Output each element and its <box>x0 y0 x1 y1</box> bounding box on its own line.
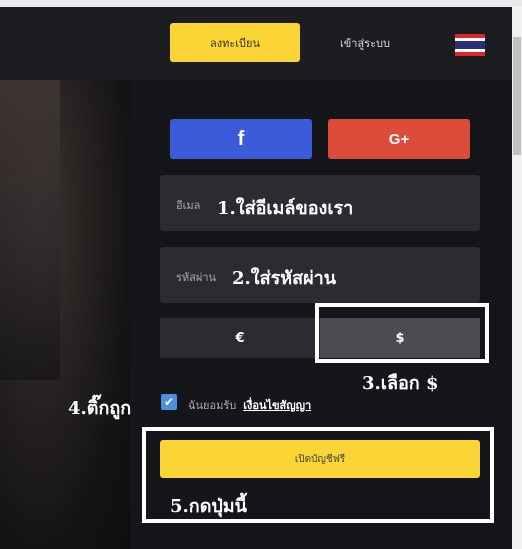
agree-text: ฉันยอมรับ เงื่อนไขสัญญา <box>188 396 311 414</box>
highlight-box-currency <box>315 303 489 363</box>
email-label: อีเมล <box>176 199 201 212</box>
agree-checkbox[interactable]: ✔ <box>161 394 177 410</box>
facebook-login-button[interactable]: f <box>170 119 312 159</box>
annotation-step5: 5.กดปุ่มนี้ <box>170 496 247 517</box>
page-scrollbar[interactable] <box>512 7 522 549</box>
open-account-button[interactable]: เปิดบัญชีฟรี <box>160 440 480 478</box>
agree-label: ฉันยอมรับ <box>188 399 237 412</box>
facebook-icon: f <box>237 127 245 150</box>
currency-euro-button[interactable]: € <box>160 318 320 358</box>
flag-stripe-blue <box>455 41 485 49</box>
google-plus-icon: G+ <box>388 130 410 148</box>
browser-top-strip <box>0 0 522 7</box>
register-button[interactable]: ลงทะเบียน <box>170 23 300 62</box>
checkmark-icon: ✔ <box>163 395 175 409</box>
background-image <box>0 80 130 549</box>
site-header: ลงทะเบียน เข้าสู่ระบบ <box>0 7 512 80</box>
scrollbar-thumb[interactable] <box>513 37 521 155</box>
annotation-step1: 1.ใส่อีเมล์ของเรา <box>217 198 354 219</box>
password-label: รหัสผ่าน <box>176 271 217 284</box>
login-link[interactable]: เข้าสู่ระบบ <box>330 23 400 62</box>
annotation-step3: 3.เลือก $ <box>362 373 439 394</box>
annotation-step2: 2.ใส่รหัสผ่าน <box>232 268 337 289</box>
annotation-step4: 4.ติ๊กถูก <box>68 398 132 419</box>
background-blur <box>0 80 60 380</box>
google-login-button[interactable]: G+ <box>328 119 470 159</box>
terms-link[interactable]: เงื่อนไขสัญญา <box>243 399 311 412</box>
flag-stripe-red <box>455 52 485 56</box>
thailand-flag-icon[interactable] <box>455 34 485 56</box>
